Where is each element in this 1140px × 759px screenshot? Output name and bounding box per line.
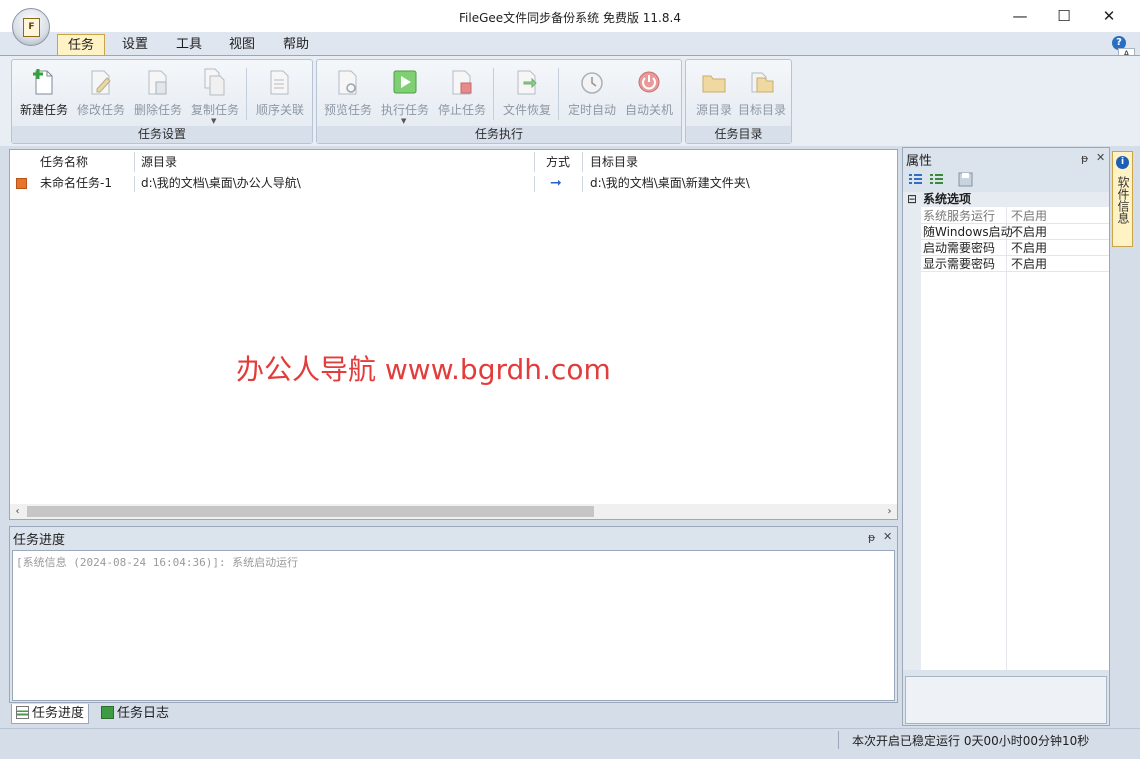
ribbon-group-label: 任务执行 [317,126,681,143]
task-list: 任务名称 源目录 方式 目标目录 未命名任务-1 d:\我的文档\桌面\办公人导… [9,149,898,520]
title-bar: FileGee文件同步备份系统 免费版 11.8.4 — ☐ ✕ [0,0,1140,32]
save-icon[interactable] [958,172,973,187]
dropdown-arrow-icon: ▼ [211,117,217,125]
delete-task-button[interactable]: 删除任务 [130,64,186,124]
copy-task-icon [204,68,225,96]
pin-icon[interactable]: ᵽ [868,531,875,544]
ribbon-group-label: 任务设置 [12,126,312,143]
close-button[interactable]: ✕ [1099,6,1119,26]
watermark-text: 办公人导航 www.bgrdh.com [236,353,611,386]
stop-task-button[interactable]: 停止任务 [434,64,490,124]
ribbon-separator [493,68,494,120]
file-restore-button[interactable]: 文件恢复 [499,64,555,124]
alphabetical-view-icon[interactable] [929,172,944,187]
property-row[interactable]: 启动需要密码 不启用 [921,240,1109,256]
target-dir-cell: d:\我的文档\桌面\新建文件夹\ [590,176,750,190]
scroll-left-icon[interactable]: ‹ [10,504,25,519]
sequence-link-button[interactable]: 顺序关联 [252,64,308,124]
tab-task-progress[interactable]: 任务进度 [11,704,90,724]
preview-task-icon [338,70,357,95]
side-tab-software-info[interactable]: i 软件信息 [1112,151,1133,247]
sequence-link-icon [270,70,289,95]
ribbon-group-task-directory: 源目录 目标目录 任务目录 [685,59,792,144]
task-status-icon [16,178,27,189]
file-restore-icon [517,70,537,95]
log-line: [系统信息 (2024-08-24 16:04:36)]: 系统启动运行 [16,556,299,569]
log-book-icon [101,706,114,719]
ribbon-tab-bar: 任务 设置 工具 视图 帮助 ? [0,32,1140,55]
target-folder-icon [751,72,774,93]
panel-title: 任务进度 [13,533,66,548]
maximize-button[interactable]: ☐ [1054,6,1074,26]
source-dir-cell: d:\我的文档\桌面\办公人导航\ [141,176,301,190]
timer-auto-button[interactable]: 定时自动 [564,64,620,124]
property-category[interactable]: ⊟ 系统选项 [903,192,1109,207]
progress-icon [16,706,29,719]
new-task-button[interactable]: 新建任务 [16,64,72,124]
side-tab-label: 软件信息 [1116,176,1130,224]
dropdown-arrow-icon: ▼ [401,117,407,125]
ribbon: 新建任务 修改任务 删除任务 复制任务 ▼ 顺序关联 任务设置 预览任务 执行任… [0,55,1140,146]
progress-log: [系统信息 (2024-08-24 16:04:36)]: 系统启动运行 [12,550,895,701]
property-grid: ⊟ 系统选项 系统服务运行 不启用 随Windows启动 不启用 启动需要密码 … [903,192,1109,670]
info-icon: i [1116,156,1129,169]
horizontal-scrollbar[interactable]: ‹ › [10,504,897,519]
ribbon-separator [558,68,559,120]
column-header-target[interactable]: 目标目录 [590,150,639,174]
tab-settings[interactable]: 设置 [112,34,158,55]
tab-tools[interactable]: 工具 [166,34,212,55]
bottom-tab-bar: 任务进度 任务日志 [9,703,898,725]
minimize-button[interactable]: — [1010,6,1030,26]
column-header-mode[interactable]: 方式 [546,150,571,174]
edit-task-button[interactable]: 修改任务 [73,64,129,124]
application-menu-button[interactable]: F [12,8,50,46]
new-task-icon [33,69,53,95]
app-logo-icon: F [23,18,40,37]
tab-task-log[interactable]: 任务日志 [97,704,173,724]
sync-direction-arrow-icon: ➞ [550,175,562,191]
ribbon-group-label: 任务目录 [686,126,791,143]
properties-toolbar [903,169,1109,191]
status-bar: 本次开启已稳定运行 0天00小时00分钟10秒 [0,728,1140,750]
close-icon[interactable]: ✕ [1096,151,1105,164]
task-name-cell: 未命名任务-1 [40,176,112,190]
target-folder-button[interactable]: 目标目录 [734,64,790,124]
scroll-right-icon[interactable]: › [882,504,897,519]
property-description-box [905,676,1107,724]
timer-auto-icon [581,72,603,94]
tab-help[interactable]: 帮助 [273,34,319,55]
close-icon[interactable]: ✕ [883,530,892,543]
task-progress-panel: 任务进度 ᵽ ✕ [系统信息 (2024-08-24 16:04:36)]: 系… [9,526,898,703]
property-row[interactable]: 随Windows启动 不启用 [921,224,1109,240]
pin-icon[interactable]: ᵽ [1081,152,1088,165]
property-row[interactable]: 系统服务运行 不启用 [921,208,1109,224]
column-header-source[interactable]: 源目录 [141,150,178,174]
collapse-icon[interactable]: ⊟ [907,192,917,207]
source-folder-icon [702,75,726,93]
column-header-task-name[interactable]: 任务名称 [40,150,89,174]
stop-task-icon [452,70,472,95]
uptime-status: 本次开启已稳定运行 0天00小时00分钟10秒 [852,734,1090,748]
property-row[interactable]: 显示需要密码 不启用 [921,256,1109,272]
delete-task-icon [148,70,167,95]
window-title: FileGee文件同步备份系统 免费版 11.8.4 [459,11,681,25]
copy-task-button[interactable]: 复制任务 ▼ [187,64,243,125]
scrollbar-thumb[interactable] [27,506,594,517]
auto-shutdown-icon [638,71,660,93]
preview-task-button[interactable]: 预览任务 [320,64,376,124]
ribbon-group-task-settings: 新建任务 修改任务 删除任务 复制任务 ▼ 顺序关联 任务设置 [11,59,313,144]
tab-task[interactable]: 任务 [57,34,105,55]
panel-title: 属性 [906,154,933,169]
ribbon-group-task-execution: 预览任务 执行任务 ▼ 停止任务 文件恢复 定时自动 自动关机 任务执行 [316,59,682,144]
tab-view[interactable]: 视图 [219,34,265,55]
run-task-button[interactable]: 执行任务 ▼ [377,64,433,125]
auto-shutdown-button[interactable]: 自动关机 [621,64,677,124]
run-task-icon [393,70,417,94]
properties-panel: 属性 ᵽ ✕ ⊟ 系统选项 系统服务运行 不启用 随Windows启动 不启用 … [902,147,1110,726]
ribbon-separator [246,68,247,120]
categorized-view-icon[interactable] [908,172,923,187]
edit-task-icon [91,70,111,95]
